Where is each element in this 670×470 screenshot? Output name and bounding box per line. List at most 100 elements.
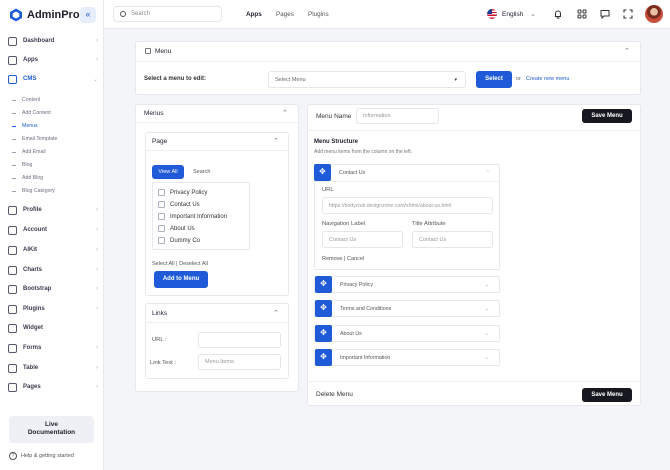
bell-icon[interactable] xyxy=(553,9,563,19)
menu-item-terms-and-conditions[interactable]: ✥ Terms and Conditions ⌄ xyxy=(314,300,500,317)
chevron-down-icon[interactable]: ⌄ xyxy=(485,331,489,337)
create-new-menu-link[interactable]: Create new menu xyxy=(526,76,569,82)
deselect-all-link[interactable]: Deselect All xyxy=(179,261,208,267)
item-actions: Remove | Cancel xyxy=(322,256,365,262)
sidebar-item-table[interactable]: Table › xyxy=(8,361,98,375)
add-to-menu-button[interactable]: Add to Menu xyxy=(154,271,208,288)
sidebar-item-apps[interactable]: Apps › xyxy=(8,53,98,67)
chevron-down-icon[interactable]: ⌄ xyxy=(485,306,489,312)
checkbox[interactable] xyxy=(158,237,165,244)
chevron-right-icon: › xyxy=(96,365,98,371)
menu-item-important-information[interactable]: ✥ Important Information ⌄ xyxy=(314,349,500,366)
page-checkbox-contact-us[interactable]: Contact Us xyxy=(158,201,200,208)
sidebar-item-dashboard[interactable]: Dashboard › xyxy=(8,34,98,48)
chevron-up-icon[interactable]: ⌃ xyxy=(273,137,279,145)
app-logo-text[interactable]: AdminPro xyxy=(27,9,80,21)
select-button[interactable]: Select xyxy=(476,71,512,88)
divider xyxy=(307,130,641,131)
language-selector[interactable]: English ⌄ xyxy=(487,9,536,19)
sidebar-item-account[interactable]: Account › xyxy=(8,223,98,237)
topnav-plugins[interactable]: Plugins xyxy=(308,11,329,18)
chevron-down-icon[interactable]: ⌄ xyxy=(485,282,489,288)
chevron-down-icon[interactable]: ⌄ xyxy=(485,355,489,361)
chevron-right-icon: › xyxy=(96,38,98,44)
sidebar-sub-email-template[interactable]: Email Template xyxy=(12,136,57,142)
sidebar-item-pages[interactable]: Pages › xyxy=(8,380,98,394)
checkbox[interactable] xyxy=(158,189,165,196)
move-icon[interactable]: ✥ xyxy=(315,300,332,317)
tab-view-all[interactable]: View All xyxy=(152,165,184,179)
menu-name-input[interactable]: Information xyxy=(356,108,439,124)
help-link[interactable]: ? Help & getting started xyxy=(9,452,74,460)
sidebar-item-aikit[interactable]: AIKit › xyxy=(8,243,98,257)
checkbox[interactable] xyxy=(158,201,165,208)
cancel-link[interactable]: Cancel xyxy=(347,256,364,262)
menu-item-about-us[interactable]: ✥ About Us ⌄ xyxy=(314,325,500,342)
sidebar-item-plugins[interactable]: Plugins › xyxy=(8,302,98,316)
item-url-input[interactable]: https://bodyclub.dexignzone.com/xhtml/ab… xyxy=(322,197,493,214)
delete-menu-link[interactable]: Delete Menu xyxy=(316,391,353,398)
sidebar-sub-add-content[interactable]: Add Content xyxy=(12,110,51,116)
link-url-input[interactable] xyxy=(198,332,281,348)
save-menu-button-bottom[interactable]: Save Menu xyxy=(582,388,632,402)
sidebar-item-cms[interactable]: CMS ⌄ xyxy=(8,72,98,86)
remove-link[interactable]: Remove xyxy=(322,256,342,262)
user-avatar[interactable] xyxy=(645,5,663,23)
checkbox[interactable] xyxy=(158,213,165,220)
chevron-up-icon[interactable]: ⌃ xyxy=(486,170,490,176)
sidebar-sub-blog[interactable]: Blog xyxy=(12,162,32,168)
live-documentation-button[interactable]: Live Documentation xyxy=(9,416,94,443)
item-url-label: URL xyxy=(322,187,334,193)
select-all-link[interactable]: Select All xyxy=(152,261,175,267)
chat-icon[interactable] xyxy=(600,9,610,19)
help-icon: ? xyxy=(9,452,17,460)
title-attribute-input[interactable]: Contact Us xyxy=(412,231,493,248)
sidebar-sub-blog-category[interactable]: Blog Category xyxy=(12,188,55,194)
tab-search[interactable]: Search xyxy=(193,169,210,175)
sidebar-item-widget[interactable]: Widget xyxy=(8,321,98,335)
apps-icon xyxy=(8,55,17,65)
chevron-right-icon: › xyxy=(96,286,98,292)
divider xyxy=(307,381,641,382)
navigation-label-input[interactable]: Contact Us xyxy=(322,231,403,248)
chevron-right-icon: › xyxy=(96,345,98,351)
fullscreen-icon[interactable] xyxy=(623,9,633,19)
sidebar-sub-add-email[interactable]: Add Email xyxy=(12,149,46,155)
sidebar-sub-add-blog[interactable]: Add Blog xyxy=(12,175,43,181)
move-icon[interactable]: ✥ xyxy=(315,349,332,366)
chevron-up-icon[interactable]: ⌃ xyxy=(624,47,630,55)
sidebar-item-charts[interactable]: Charts › xyxy=(8,263,98,277)
chevron-right-icon: › xyxy=(96,267,98,273)
sidebar-sub-content[interactable]: Content xyxy=(12,97,40,103)
move-icon[interactable]: ✥ xyxy=(315,325,332,342)
menu-item-contact-us[interactable]: ✥ Contact Us ⌃ xyxy=(314,164,500,181)
page-checkbox-privacy-policy[interactable]: Privacy Policy xyxy=(158,189,207,196)
link-text-input[interactable]: Menu Items xyxy=(198,354,281,370)
chevron-right-icon: › xyxy=(96,57,98,63)
sidebar-item-bootstrap[interactable]: Bootstrap › xyxy=(8,282,98,296)
chevron-up-icon[interactable]: ⌃ xyxy=(282,109,288,117)
save-menu-button-top[interactable]: Save Menu xyxy=(582,109,632,123)
chevron-up-icon[interactable]: ⌃ xyxy=(273,309,279,317)
move-icon[interactable]: ✥ xyxy=(315,276,332,293)
sidebar-item-forms[interactable]: Forms › xyxy=(8,341,98,355)
grid-icon[interactable] xyxy=(577,9,587,19)
menu-item-privacy-policy[interactable]: ✥ Privacy Policy ⌄ xyxy=(314,276,500,293)
topnav-apps[interactable]: Apps xyxy=(246,11,262,18)
account-icon xyxy=(8,225,17,235)
menu-select-dropdown[interactable]: Select Menu ▾ xyxy=(268,71,466,88)
sidebar-item-profile[interactable]: Profile › xyxy=(8,203,98,217)
sidebar-sub-menus[interactable]: Menus xyxy=(12,123,38,129)
divider xyxy=(145,322,289,323)
move-icon[interactable]: ✥ xyxy=(314,164,331,181)
aikit-icon xyxy=(8,245,17,255)
page-checkbox-about-us[interactable]: About Us xyxy=(158,225,195,232)
checkbox[interactable] xyxy=(158,225,165,232)
page-checkbox-dummy-co[interactable]: Dummy Co xyxy=(158,237,200,244)
topnav-pages[interactable]: Pages xyxy=(276,11,294,18)
search-input[interactable]: Search xyxy=(113,6,222,22)
chevron-right-icon: › xyxy=(96,247,98,253)
page-checkbox-important-information[interactable]: Important Information xyxy=(158,213,227,220)
collapse-sidebar-button[interactable]: « xyxy=(80,7,96,23)
url-label: URL : xyxy=(152,337,167,343)
